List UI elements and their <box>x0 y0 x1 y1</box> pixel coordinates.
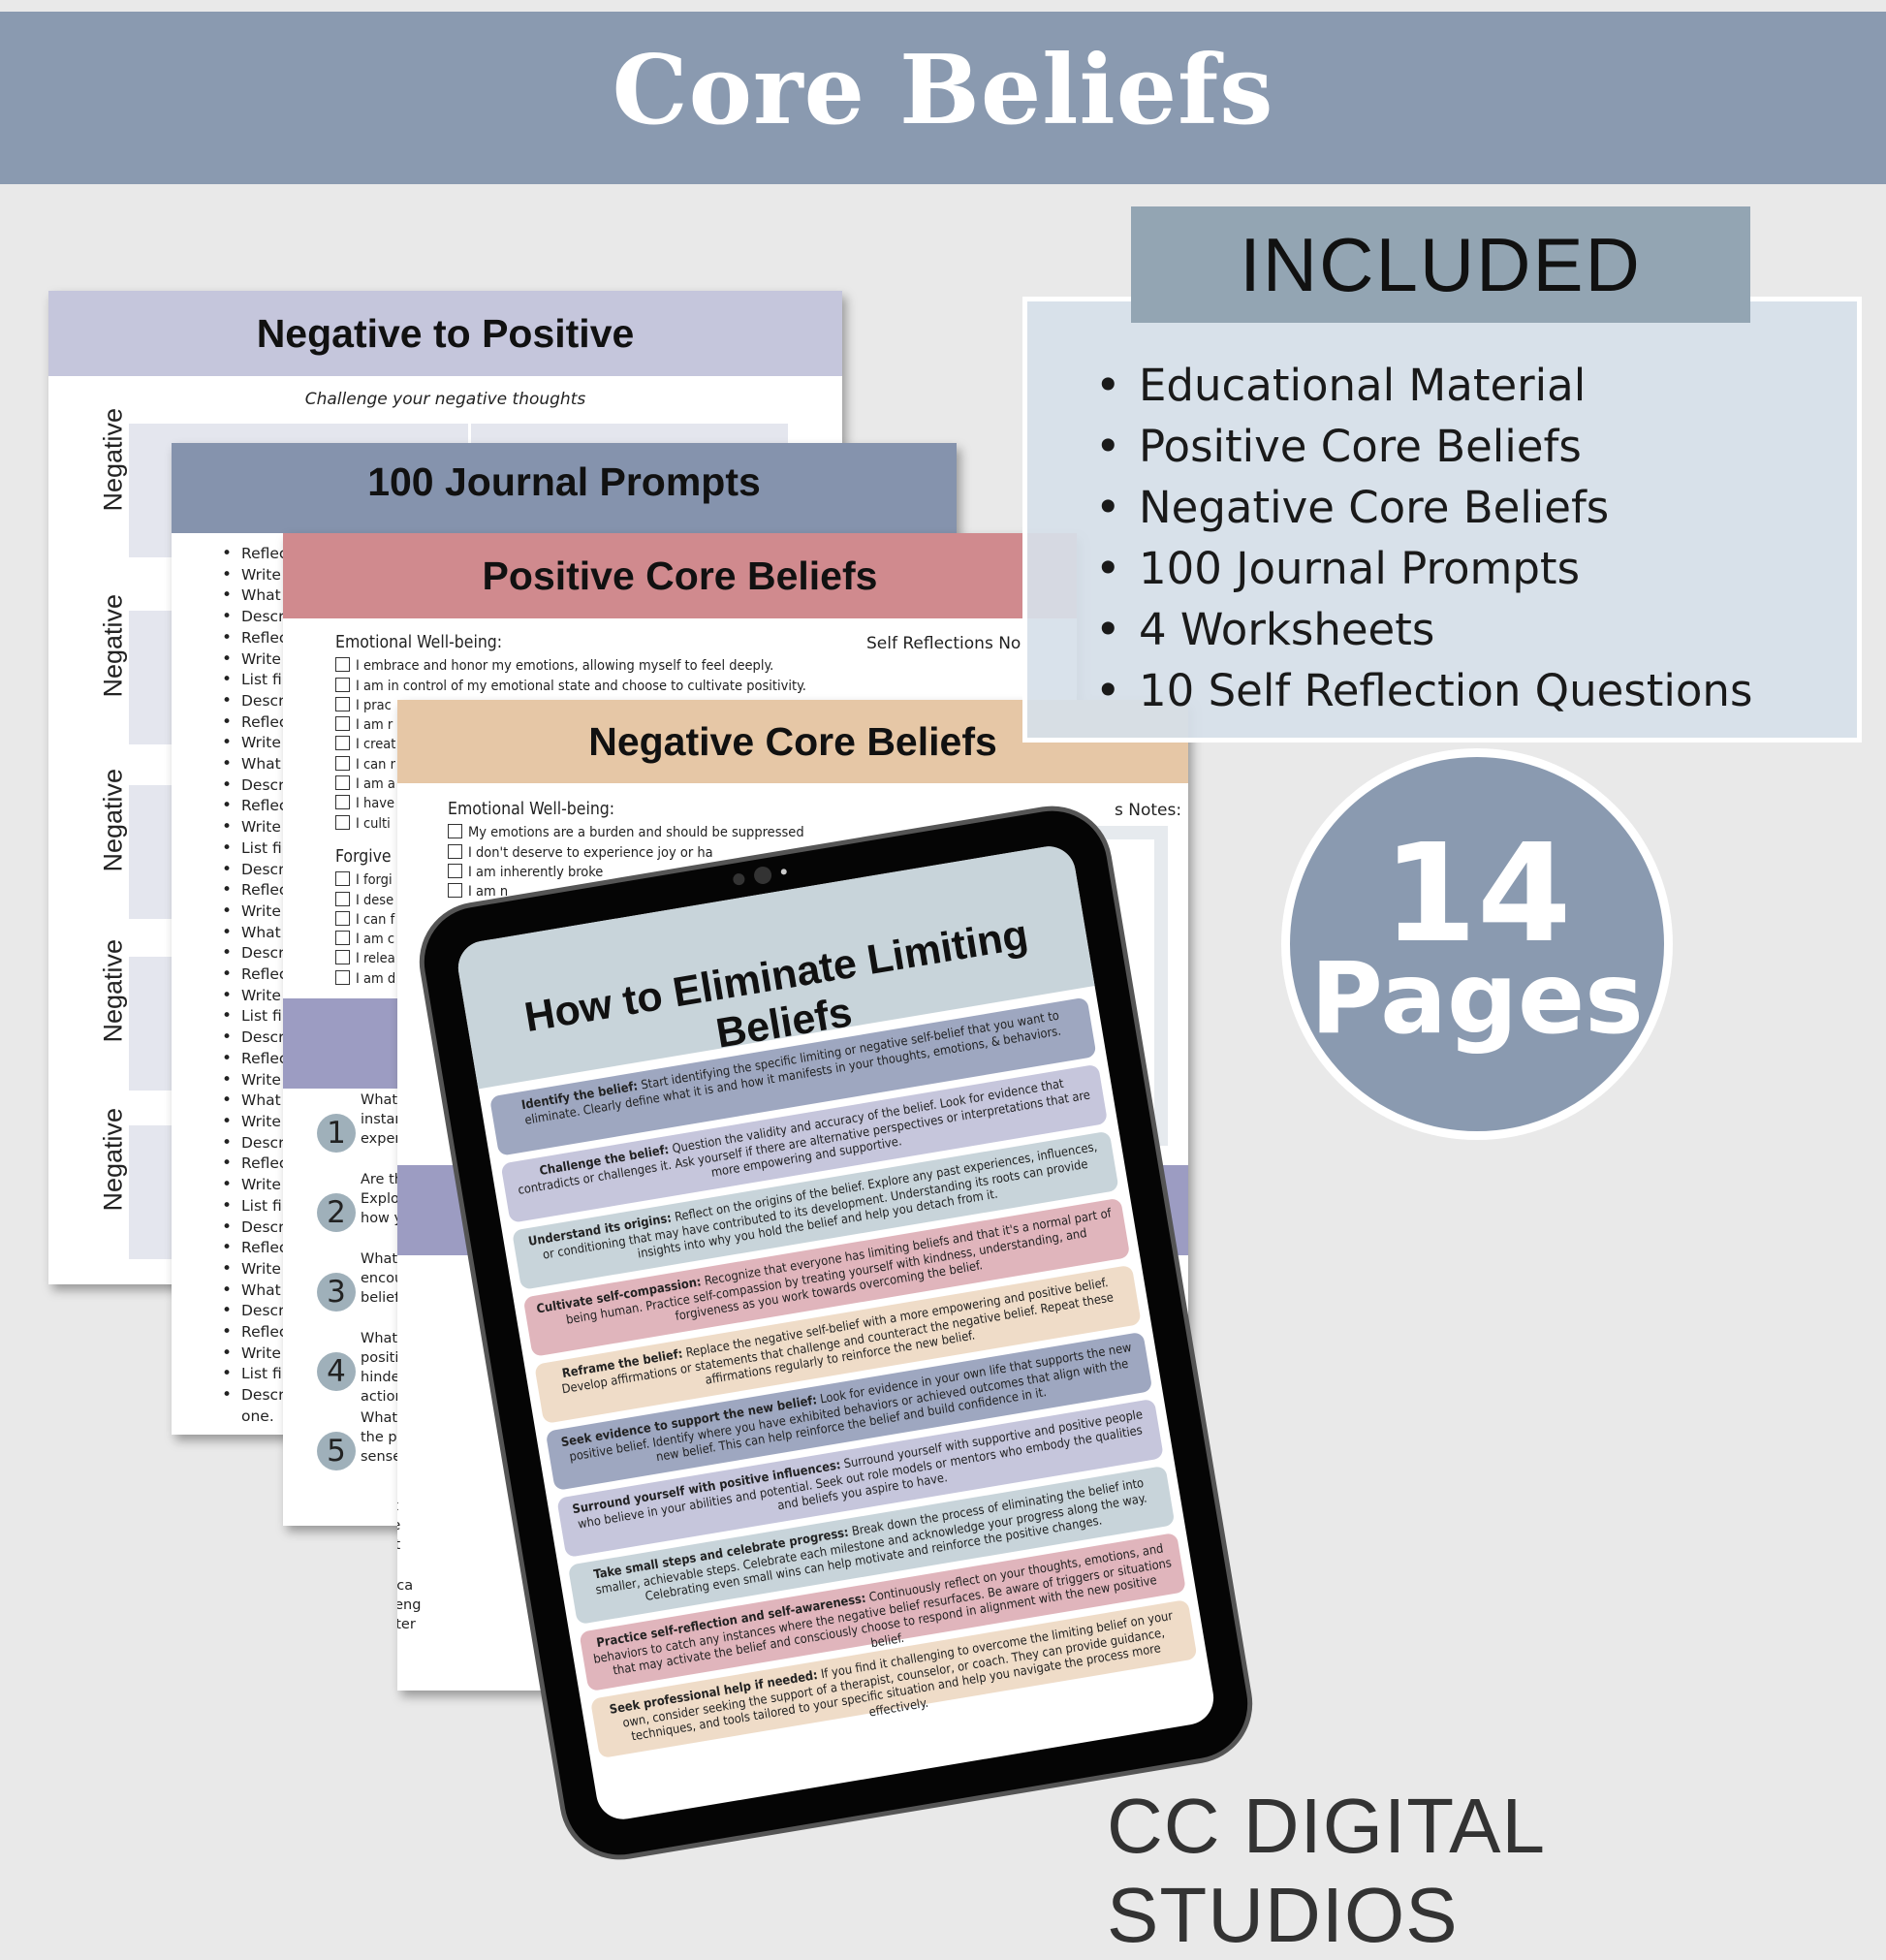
prompt-item: What <box>222 585 287 607</box>
prompt-item: Reflec <box>222 880 287 901</box>
prompt-item: What <box>222 1091 287 1112</box>
included-item: 4 Worksheets <box>1095 599 1752 660</box>
prompt-item: Write <box>222 1112 287 1133</box>
prompt-item: Descr <box>222 607 287 628</box>
question-number: 5 <box>317 1432 356 1470</box>
prompt-item: Reflec <box>222 712 287 734</box>
prompt-item: What <box>222 923 287 944</box>
prompt-continuation: one. <box>241 1407 274 1425</box>
prompt-item: List fi <box>222 1196 287 1217</box>
prompt-item: Descr <box>222 1027 287 1049</box>
prompt-list: ReflecWriteWhatDescrReflecWriteList fiDe… <box>222 544 287 1428</box>
page-header: Negative to Positive <box>48 291 842 376</box>
prompt-item: Descr <box>222 1217 287 1239</box>
page-count-label: Pages <box>1310 941 1644 1057</box>
prompt-item: List fi <box>222 838 287 860</box>
question-text: How ca challeng counter <box>397 1578 422 1632</box>
question-number: 4 <box>317 1352 356 1391</box>
row-label: Negative <box>98 938 128 1043</box>
page-header: Positive Core Beliefs <box>283 533 1077 618</box>
included-item: 100 Journal Prompts <box>1095 538 1752 599</box>
prompt-item: Descr <box>222 1385 287 1407</box>
prompt-item: Reflec <box>222 1154 287 1175</box>
prompt-item: Write <box>222 1259 287 1280</box>
row-label: Negative <box>98 593 128 698</box>
prompt-item: Write <box>222 649 287 671</box>
question-text: What instar exper <box>361 1092 401 1147</box>
question-number: 3 <box>317 1273 356 1312</box>
prompt-item: Reflec <box>222 544 287 565</box>
page-count-badge: 14 Pages <box>1281 748 1673 1140</box>
prompt-item: Descr <box>222 1133 287 1154</box>
prompt-item: Descr <box>222 1301 287 1322</box>
question-number: 2 <box>317 1193 356 1232</box>
prompt-item: Descr <box>222 691 287 712</box>
page-subtitle: Challenge your negative thoughts <box>304 390 586 409</box>
prompt-item: Write <box>222 901 287 923</box>
included-item: Negative Core Beliefs <box>1095 477 1752 538</box>
prompt-item: Reflec <box>222 796 287 817</box>
prompt-item: Write <box>222 1175 287 1196</box>
brand-name: CC DIGITAL STUDIOS <box>1107 1783 1544 1958</box>
prompt-item: Write <box>222 986 287 1007</box>
question-text: What these how t <box>397 1499 401 1553</box>
prompt-item: Write <box>222 1070 287 1091</box>
prompt-item: What <box>222 754 287 775</box>
page-title: Core Beliefs <box>612 35 1274 146</box>
row-label: Negative <box>98 407 128 512</box>
checkbox-item: My emotions are a burden and should be s… <box>448 823 804 842</box>
notes-label: Self Reflections No <box>866 634 1022 653</box>
prompt-item: List fi <box>222 1006 287 1027</box>
included-item: Positive Core Beliefs <box>1095 416 1752 477</box>
section-heading: Emotional Well-being: <box>448 800 615 819</box>
tablet-screen: How to Eliminate Limiting Beliefs Identi… <box>454 842 1218 1823</box>
row-label: Negative <box>98 1107 128 1212</box>
prompt-item: Write <box>222 1344 287 1365</box>
checkbox-item: I am in control of my emotional state an… <box>335 677 806 696</box>
prompt-item: Reflec <box>222 628 287 649</box>
included-item: Educational Material <box>1095 355 1752 416</box>
prompt-item: Descr <box>222 775 287 797</box>
row-label: Negative <box>98 768 128 872</box>
camera-icon <box>732 863 788 889</box>
included-item: 10 Self Reflection Questions <box>1095 660 1752 721</box>
question-number: 1 <box>317 1114 356 1153</box>
section-heading: Emotional Well-being: <box>335 633 503 652</box>
page-header: 100 Journal Prompts <box>172 443 957 533</box>
prompt-item: List fi <box>222 1364 287 1385</box>
prompt-item: Descr <box>222 860 287 881</box>
prompt-item: Descr <box>222 943 287 964</box>
notes-label: s Notes: <box>1115 801 1182 820</box>
prompt-item: Write <box>222 817 287 838</box>
included-list: Educational Material Positive Core Belie… <box>1095 355 1752 721</box>
prompt-item: Reflec <box>222 1049 287 1070</box>
checkbox-item: I embrace and honor my emotions, allowin… <box>335 656 806 676</box>
prompt-item: What <box>222 1280 287 1302</box>
prompt-item: Reflec <box>222 1322 287 1344</box>
prompt-item: Write <box>222 733 287 754</box>
included-label: INCLUDED <box>1131 206 1750 323</box>
prompt-item: Reflec <box>222 1238 287 1259</box>
prompt-item: List fi <box>222 670 287 691</box>
prompt-item: Reflec <box>222 964 287 986</box>
prompt-item: Write <box>222 565 287 586</box>
